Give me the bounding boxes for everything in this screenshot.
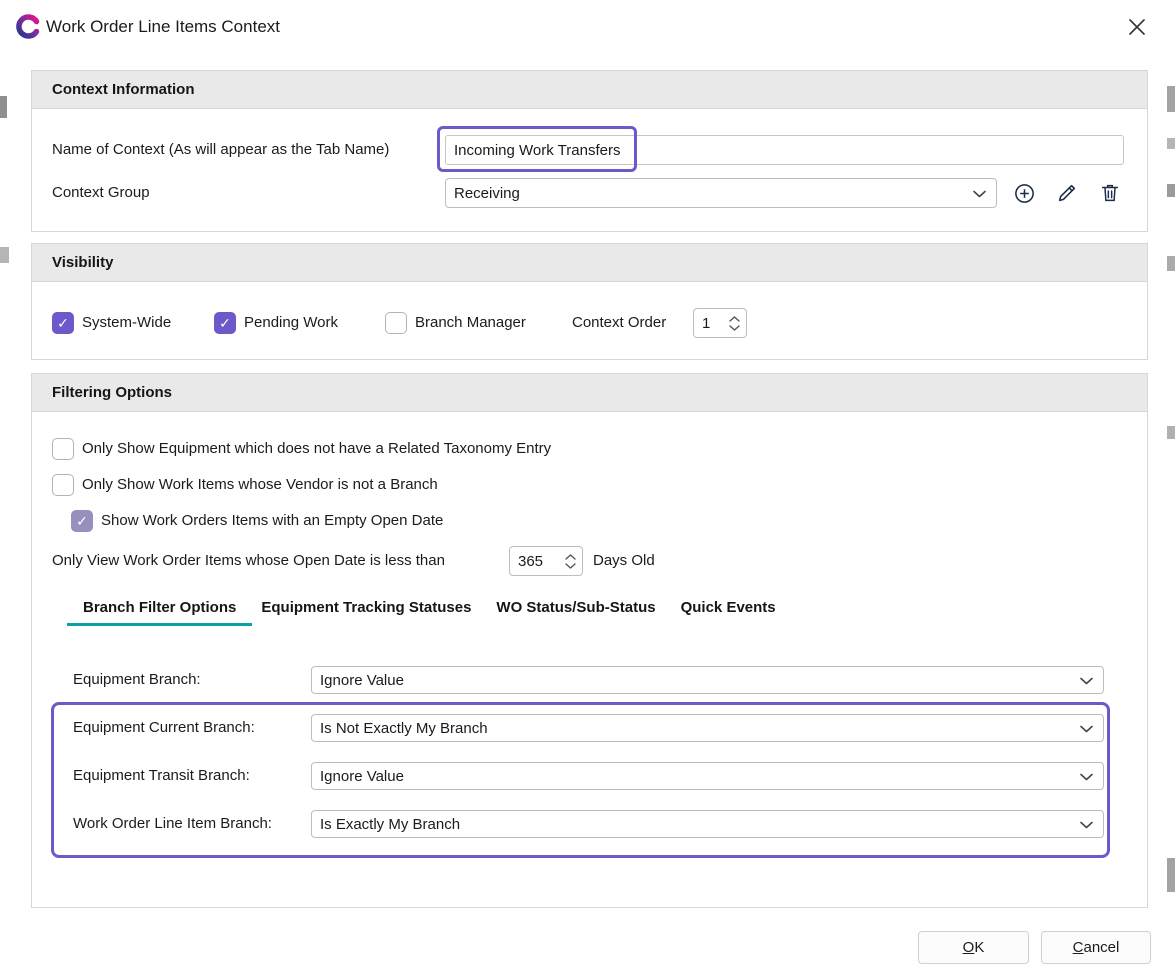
vendor-filter-label: Only Show Work Items whose Vendor is not… [82,474,438,496]
delete-context-group-button[interactable] [1098,181,1122,205]
spinner-up-icon[interactable] [564,553,577,560]
background-window-fragment [0,96,7,118]
pending-work-checkbox[interactable]: ✓ [214,312,236,334]
context-group-value: Receiving [454,185,520,202]
context-name-input[interactable] [445,135,1124,165]
equipment-branch-value: Ignore Value [320,672,404,689]
check-icon: ✓ [76,514,88,528]
taxonomy-filter-option: ✓ Only Show Equipment which does not hav… [52,438,551,460]
cancel-button[interactable]: Cancel [1041,931,1151,964]
equipment-transit-branch-dropdown[interactable]: Ignore Value [311,762,1104,790]
branch-manager-label: Branch Manager [415,312,526,334]
chevron-down-icon [1080,816,1093,833]
check-icon: ✓ [219,316,231,330]
filtering-options-header: Filtering Options [32,374,1147,412]
context-information-header: Context Information [32,71,1147,109]
tab-wo-status-sub-status[interactable]: WO Status/Sub-Status [496,599,655,626]
tab-branch-filter-options[interactable]: Branch Filter Options [67,599,252,626]
chevron-down-icon [1080,672,1093,689]
equipment-branch-label: Equipment Branch: [73,666,201,694]
app-logo-icon [15,13,42,40]
background-window-fragment [1167,256,1175,271]
background-window-fragment [1167,86,1175,112]
equipment-transit-branch-value: Ignore Value [320,768,404,785]
spinner-up-icon[interactable] [728,315,741,322]
ok-button[interactable]: OK [918,931,1029,964]
work-order-line-item-branch-value: Is Exactly My Branch [320,816,460,833]
days-old-value: 365 [518,553,543,570]
cancel-button-label: Cancel [1042,939,1150,956]
vendor-filter-option: ✓ Only Show Work Items whose Vendor is n… [52,474,438,496]
ok-button-label: OK [919,939,1028,956]
background-window-fragment [1167,858,1175,892]
context-name-label: Name of Context (As will appear as the T… [52,135,389,165]
work-order-context-dialog: Work Order Line Items Context Context In… [0,0,1175,979]
chevron-down-icon [1080,720,1093,737]
tab-equipment-tracking-statuses[interactable]: Equipment Tracking Statuses [261,599,471,626]
context-group-dropdown[interactable]: Receiving [445,178,997,208]
branch-manager-checkbox[interactable]: ✓ [385,312,407,334]
branch-manager-option: ✓ Branch Manager [385,312,526,334]
pending-work-label: Pending Work [244,312,338,334]
taxonomy-filter-label: Only Show Equipment which does not have … [82,438,551,460]
context-group-label: Context Group [52,178,150,208]
context-order-value: 1 [702,315,710,332]
dialog-titlebar: Work Order Line Items Context [0,0,1175,58]
system-wide-option: ✓ System-Wide [52,312,171,334]
close-icon[interactable] [1125,15,1149,39]
check-icon: ✓ [57,316,69,330]
taxonomy-filter-checkbox[interactable]: ✓ [52,438,74,460]
pending-work-option: ✓ Pending Work [214,312,338,334]
work-order-line-item-branch-label: Work Order Line Item Branch: [73,810,272,838]
empty-open-date-label: Show Work Orders Items with an Empty Ope… [101,510,443,532]
background-window-fragment [1167,426,1175,439]
context-order-spinner[interactable]: 1 [693,308,747,338]
spinner-down-icon[interactable] [728,324,741,331]
empty-open-date-checkbox[interactable]: ✓ [71,510,93,532]
tab-quick-events[interactable]: Quick Events [681,599,776,626]
add-context-group-button[interactable] [1012,181,1036,205]
vendor-filter-checkbox[interactable]: ✓ [52,474,74,496]
dialog-title: Work Order Line Items Context [46,17,280,37]
equipment-current-branch-value: Is Not Exactly My Branch [320,720,488,737]
system-wide-checkbox[interactable]: ✓ [52,312,74,334]
chevron-down-icon [1080,768,1093,785]
filtering-options-section: Filtering Options ✓ Only Show Equipment … [31,373,1148,908]
equipment-branch-dropdown[interactable]: Ignore Value [311,666,1104,694]
system-wide-label: System-Wide [82,312,171,334]
equipment-transit-branch-label: Equipment Transit Branch: [73,762,250,790]
spinner-down-icon[interactable] [564,562,577,569]
edit-context-group-button[interactable] [1055,181,1079,205]
open-date-limit-label: Only View Work Order Items whose Open Da… [52,546,445,576]
background-window-fragment [0,247,9,263]
background-window-fragment [1167,138,1175,149]
days-old-suffix-label: Days Old [593,546,655,576]
chevron-down-icon [973,185,986,202]
context-information-section: Context Information Name of Context (As … [31,70,1148,232]
work-order-line-item-branch-dropdown[interactable]: Is Exactly My Branch [311,810,1104,838]
visibility-section: Visibility ✓ System-Wide ✓ Pending Work … [31,243,1148,360]
days-old-spinner[interactable]: 365 [509,546,583,576]
equipment-current-branch-label: Equipment Current Branch: [73,714,255,742]
background-window-fragment [1167,184,1175,197]
visibility-header: Visibility [32,244,1147,282]
filter-tabs: Branch Filter Options Equipment Tracking… [83,599,776,626]
context-order-label: Context Order [572,308,666,338]
equipment-current-branch-dropdown[interactable]: Is Not Exactly My Branch [311,714,1104,742]
empty-open-date-option: ✓ Show Work Orders Items with an Empty O… [71,510,443,532]
